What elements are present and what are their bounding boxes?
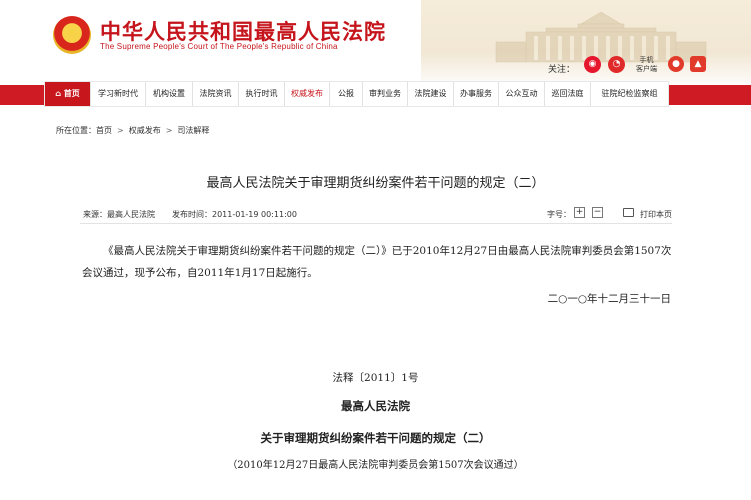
article-publish-time: 发布时间：2011-01-19 00:11:00 <box>172 210 297 219</box>
font-decrease-button[interactable]: − <box>592 207 603 218</box>
national-emblem-icon[interactable]: ★ <box>53 16 91 54</box>
font-size-label: 字号： <box>547 210 571 219</box>
article-title: 最高人民法院关于审理期货纠纷案件若干问题的规定（二） <box>206 176 545 191</box>
breadcrumb: 所在位置：首页 > 权威发布 > 司法解释 <box>56 125 209 136</box>
weibo-icon[interactable]: ◉ <box>584 56 601 73</box>
breadcrumb-authoritative-release[interactable]: 权威发布 <box>129 126 161 135</box>
issuing-court: 最高人民法院 <box>341 399 410 413</box>
breadcrumb-prefix: 所在位置： <box>56 126 96 135</box>
nav-item-trial-business[interactable]: 审判业务 <box>363 82 408 106</box>
nav-item-gazette[interactable]: 公报 <box>330 82 363 106</box>
breadcrumb-separator: > <box>165 126 173 135</box>
site-header: ★ 中华人民共和国最高人民法院 The Supreme People's Cou… <box>0 0 751 88</box>
main-nav: ⌂ 首页 学习新时代 机构设置 法院资讯 执行时讯 权威发布 公报 审判业务 法… <box>44 81 669 107</box>
nav-item-execution-news[interactable]: 执行时讯 <box>239 82 285 106</box>
nav-item-authoritative-release[interactable]: 权威发布 <box>285 82 330 106</box>
print-page-link[interactable]: 打印本页 <box>640 209 672 220</box>
site-subtitle: The Supreme People's Court of The People… <box>100 42 338 51</box>
document-number: 法释〔2011〕1号 <box>332 372 419 384</box>
breadcrumb-judicial-interpretation[interactable]: 司法解释 <box>177 126 209 135</box>
nav-item-discipline-inspection[interactable]: 驻院纪检监察组 <box>591 82 668 106</box>
article-paragraph: 《最高人民法院关于审理期货纠纷案件若干问题的规定（二）》已于2010年12月27… <box>82 245 672 279</box>
regulation-title: 关于审理期货纠纷案件若干问题的规定（二） <box>260 431 491 445</box>
nav-item-services[interactable]: 办事服务 <box>454 82 499 106</box>
android-icon[interactable]: ▲ <box>690 56 706 72</box>
wechat-icon[interactable]: ◔ <box>608 56 625 73</box>
nav-item-circuit-court[interactable]: 巡回法庭 <box>545 82 591 106</box>
article-date: 二○一○年十二月三十一日 <box>547 293 671 305</box>
nav-item-court-news[interactable]: 法院资讯 <box>193 82 239 106</box>
nav-label-home: 首页 <box>63 89 80 98</box>
breadcrumb-home[interactable]: 首页 <box>96 126 112 135</box>
nav-item-public-interaction[interactable]: 公众互动 <box>499 82 545 106</box>
adoption-note: （2010年12月27日最高人民法院审判委员会第1507次会议通过） <box>227 460 524 471</box>
breadcrumb-separator: > <box>117 126 124 135</box>
home-icon: ⌂ <box>55 89 64 98</box>
article-source: 来源：最高人民法院 <box>83 210 155 219</box>
nav-item-home[interactable]: ⌂ 首页 <box>45 82 91 106</box>
font-increase-button[interactable]: + <box>574 207 585 218</box>
mobile-label-line2: 客户端 <box>636 65 657 73</box>
nav-item-court-building[interactable]: 法院建设 <box>408 82 454 106</box>
nav-item-organization[interactable]: 机构设置 <box>146 82 193 106</box>
mobile-label-line1: 手机 <box>639 56 654 64</box>
mobile-client-link[interactable]: 手机 客户端 <box>636 56 657 74</box>
apple-icon[interactable]: ● <box>668 56 684 72</box>
article-meta-bar: 来源：最高人民法院 发布时间：2011-01-19 00:11:00 字号： +… <box>80 200 672 224</box>
printer-icon[interactable] <box>623 208 634 217</box>
nav-item-study[interactable]: 学习新时代 <box>91 82 146 106</box>
follow-label: 关注： <box>548 65 576 75</box>
